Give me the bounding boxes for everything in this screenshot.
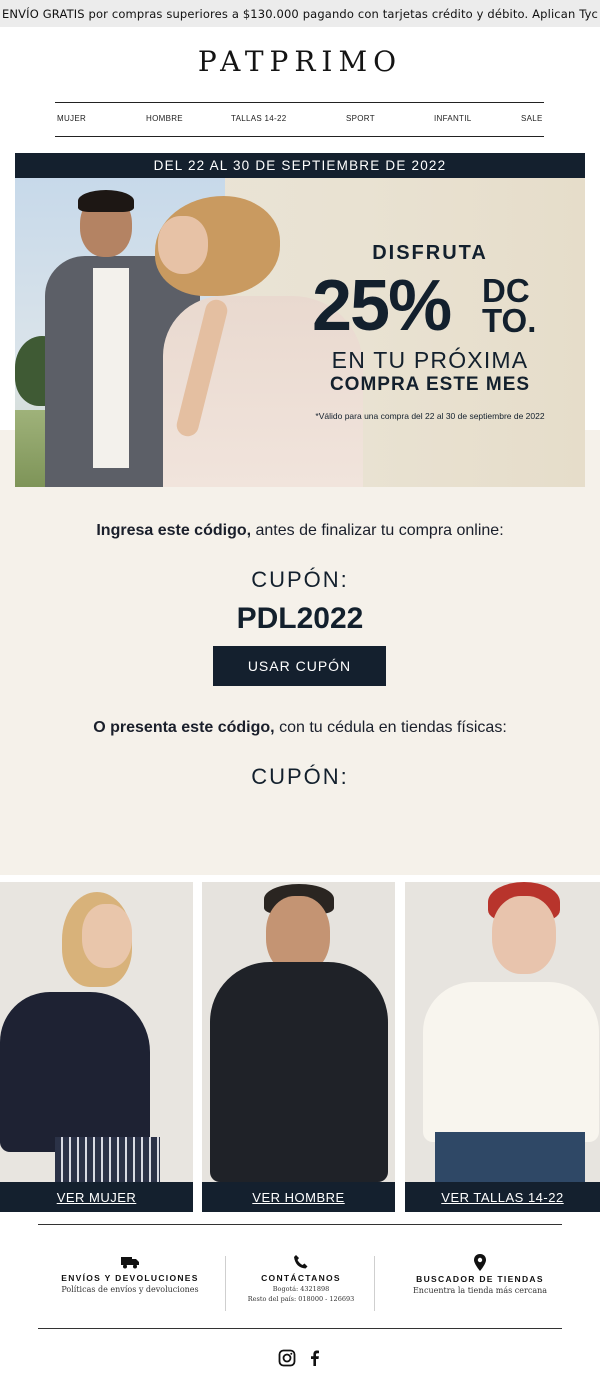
card-women[interactable]: VER MUJER bbox=[0, 882, 193, 1212]
footer-bottom-divider bbox=[38, 1328, 562, 1329]
use-coupon-button[interactable]: USAR CUPÓN bbox=[213, 646, 386, 686]
nav-item-sport[interactable]: SPORT bbox=[346, 114, 375, 123]
footer-store-finder-title: BUSCADOR DE TIENDAS bbox=[416, 1274, 544, 1284]
phone-icon bbox=[294, 1255, 308, 1269]
footer-contact-national: Resto del país: 018000 - 126693 bbox=[247, 1295, 355, 1303]
promo-this-month: COMPRA ESTE MES bbox=[329, 374, 531, 395]
promo-percent: 25% bbox=[312, 266, 452, 346]
shipping-promo-text: ENVÍO GRATIS por compras superiores a $1… bbox=[1, 6, 599, 21]
see-women-button[interactable]: VER MUJER bbox=[0, 1182, 193, 1212]
footer-contact-bogota: Bogotá: 4321898 bbox=[272, 1285, 330, 1293]
plus-model-top bbox=[423, 982, 599, 1142]
store-instructions-rest: con tu cédula en tiendas físicas: bbox=[274, 719, 507, 736]
promo-next-purchase: EN TU PRÓXIMA bbox=[331, 347, 529, 373]
card-women-photo[interactable] bbox=[0, 882, 193, 1182]
truck-icon bbox=[121, 1257, 139, 1269]
footer-contact[interactable]: CONTÁCTANOS Bogotá: 4321898 Resto del pa… bbox=[236, 1254, 366, 1303]
footer-store-finder-sub: Encuentra la tienda más cercana bbox=[412, 1286, 548, 1295]
hero-man-hair bbox=[78, 190, 134, 212]
nav-item-tallas[interactable]: TALLAS 14-22 bbox=[231, 114, 286, 123]
shipping-promo-bar: ENVÍO GRATIS por compras superiores a $1… bbox=[0, 0, 600, 27]
men-model-sweater bbox=[210, 962, 388, 1182]
location-pin-icon bbox=[474, 1254, 486, 1271]
card-men[interactable]: VER HOMBRE bbox=[202, 882, 395, 1212]
footer-top-divider bbox=[38, 1224, 562, 1225]
card-plus-size-photo[interactable] bbox=[405, 882, 600, 1182]
store-instructions-bold: O presenta este código, bbox=[93, 719, 275, 736]
footer-store-finder[interactable]: BUSCADOR DE TIENDAS Encuentra la tienda … bbox=[395, 1254, 565, 1295]
footer-divider-2 bbox=[374, 1256, 375, 1311]
online-instructions: Ingresa este código, antes de finalizar … bbox=[0, 522, 600, 540]
card-plus-size[interactable]: VER TALLAS 14-22 bbox=[405, 882, 600, 1212]
instagram-icon[interactable] bbox=[278, 1349, 296, 1367]
footer-contact-title: CONTÁCTANOS bbox=[261, 1273, 341, 1283]
hero-man-shirt bbox=[93, 268, 129, 468]
promo-dcto: DC TO. bbox=[482, 274, 537, 339]
women-model-face bbox=[82, 904, 132, 968]
see-plus-size-button[interactable]: VER TALLAS 14-22 bbox=[405, 1182, 600, 1212]
nav-item-hombre[interactable]: HOMBRE bbox=[146, 114, 183, 123]
footer-divider-1 bbox=[225, 1256, 226, 1311]
promo-date-text: DEL 22 AL 30 DE SEPTIEMBRE DE 2022 bbox=[153, 158, 447, 173]
promo-date-bar: DEL 22 AL 30 DE SEPTIEMBRE DE 2022 bbox=[15, 153, 585, 178]
women-model-pants bbox=[55, 1137, 160, 1182]
online-instructions-bold: Ingresa este código, bbox=[96, 522, 252, 539]
store-instructions: O presenta este código, con tu cédula en… bbox=[0, 719, 600, 737]
nav-item-mujer[interactable]: MUJER bbox=[57, 114, 86, 123]
plus-model-face bbox=[492, 896, 556, 974]
hero-woman-face bbox=[158, 216, 208, 274]
women-model-blouse bbox=[0, 992, 150, 1152]
main-nav: MUJER HOMBRE TALLAS 14-22 SPORT INFANTIL… bbox=[55, 102, 544, 137]
nav-item-infantil[interactable]: INFANTIL bbox=[434, 114, 472, 123]
facebook-icon[interactable] bbox=[306, 1349, 324, 1367]
online-instructions-rest: antes de finalizar tu compra online: bbox=[251, 522, 504, 539]
nav-item-sale[interactable]: SALE bbox=[521, 114, 543, 123]
card-men-photo[interactable] bbox=[202, 882, 395, 1182]
see-men-button[interactable]: VER HOMBRE bbox=[202, 1182, 395, 1212]
coupon-code: PDL2022 bbox=[236, 602, 364, 635]
footer-shipping-title: ENVÍOS Y DEVOLUCIONES bbox=[61, 1273, 199, 1283]
promo-validity-note: *Válido para una compra del 22 al 30 de … bbox=[315, 411, 545, 421]
store-coupon-label: CUPÓN: bbox=[251, 764, 349, 789]
plus-model-jeans bbox=[435, 1132, 585, 1182]
coupon-label: CUPÓN: bbox=[251, 567, 349, 592]
footer-shipping[interactable]: ENVÍOS Y DEVOLUCIONES Políticas de envío… bbox=[45, 1254, 215, 1294]
brand-logo[interactable]: PATPRIMO bbox=[0, 45, 600, 78]
promo-dcto-line2: TO. bbox=[482, 302, 537, 339]
promo-enjoy: DISFRUTA bbox=[372, 242, 488, 264]
footer-shipping-sub: Políticas de envíos y devoluciones bbox=[61, 1285, 199, 1294]
